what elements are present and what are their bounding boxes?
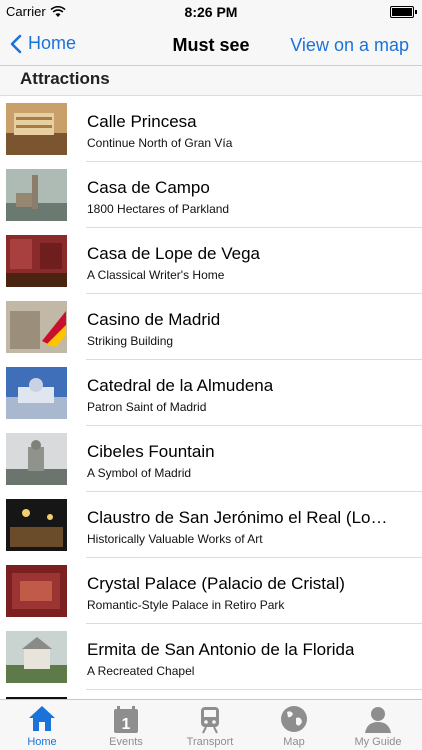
thumbnail-image <box>6 565 67 617</box>
attractions-list[interactable]: Calle Princesa Continue North of Gran Ví… <box>0 96 422 700</box>
item-subtitle: Striking Building <box>87 334 174 348</box>
item-title: Calle Princesa <box>87 112 197 131</box>
section-header: Attractions <box>0 66 422 96</box>
navigation-bar: Home Must see View on a map <box>0 24 422 66</box>
list-item[interactable]: Casa de Lope de Vega A Classical Writer'… <box>0 228 422 294</box>
item-title: Casino de Madrid <box>87 310 221 329</box>
item-title: Ermita de San Antonio de la Florida <box>87 640 355 659</box>
list-item[interactable]: Ermita de San Antonio de la Florida A Re… <box>0 624 422 690</box>
thumbnail-image <box>6 103 67 155</box>
item-title: Claustro de San Jerónimo el Real (Lo… <box>87 508 388 527</box>
list-item[interactable]: Cibeles Fountain A Symbol of Madrid <box>0 426 422 492</box>
status-bar: Carrier 8:26 PM <box>0 0 422 24</box>
battery-fill <box>392 8 412 16</box>
list-item[interactable]: Crystal Palace (Palacio de Cristal) Roma… <box>0 558 422 624</box>
thumbnail-image <box>6 235 67 287</box>
train-icon <box>201 707 219 734</box>
tab-label: Map <box>283 736 305 748</box>
thumbnail-image <box>6 433 67 485</box>
tab-label: My Guide <box>354 736 402 748</box>
thumbnail-image <box>6 169 67 221</box>
item-subtitle: 1800 Hectares of Parkland <box>87 202 230 216</box>
home-icon <box>29 706 55 731</box>
item-title: Casa de Campo <box>87 178 210 197</box>
item-subtitle: Patron Saint of Madrid <box>87 400 207 414</box>
item-subtitle: Romantic-Style Palace in Retiro Park <box>87 598 285 612</box>
calendar-icon: 1 <box>114 706 138 733</box>
tab-label: Transport <box>186 736 234 748</box>
item-title: Cibeles Fountain <box>87 442 215 461</box>
thumbnail-image <box>6 631 67 683</box>
tab-transport[interactable]: Transport <box>168 700 252 750</box>
item-title: Crystal Palace (Palacio de Cristal) <box>87 574 345 593</box>
list-item[interactable]: Casa de Campo 1800 Hectares of Parkland <box>0 162 422 228</box>
item-subtitle: A Recreated Chapel <box>87 664 195 678</box>
list-item[interactable]: Claustro de San Jerónimo el Real (Lo… Hi… <box>0 492 422 558</box>
item-title: Casa de Lope de Vega <box>87 244 260 263</box>
tab-home[interactable]: Home <box>0 700 84 750</box>
thumbnail-image <box>6 499 67 551</box>
person-icon <box>365 707 391 733</box>
item-subtitle: Historically Valuable Works of Art <box>87 532 263 546</box>
list-item[interactable]: Casino de Madrid Striking Building <box>0 294 422 360</box>
item-subtitle: Continue North of Gran Vía <box>87 136 233 150</box>
svg-text:1: 1 <box>122 716 131 733</box>
battery-icon <box>390 6 417 18</box>
tab-label: Home <box>27 736 57 748</box>
status-time: 8:26 PM <box>184 4 238 20</box>
thumbnail-image <box>6 301 67 353</box>
tab-label: Events <box>109 736 143 748</box>
item-title: Catedral de la Almudena <box>87 376 274 395</box>
item-subtitle: A Symbol of Madrid <box>87 466 192 480</box>
list-item[interactable]: Catedral de la Almudena Patron Saint of … <box>0 360 422 426</box>
tab-my-guide[interactable]: My Guide <box>336 700 420 750</box>
globe-icon <box>281 706 307 732</box>
thumbnail-image <box>6 367 67 419</box>
tab-map[interactable]: Map <box>252 700 336 750</box>
list-item[interactable]: Calle Princesa Continue North of Gran Ví… <box>0 96 422 162</box>
tab-events[interactable]: 1 Events <box>84 700 168 750</box>
section-title: Attractions <box>20 69 110 88</box>
tab-bar: Home 1 Events Transport Map My Guide <box>0 699 422 750</box>
view-on-map-button[interactable]: View on a map <box>290 35 409 56</box>
item-subtitle: A Classical Writer's Home <box>87 268 225 282</box>
